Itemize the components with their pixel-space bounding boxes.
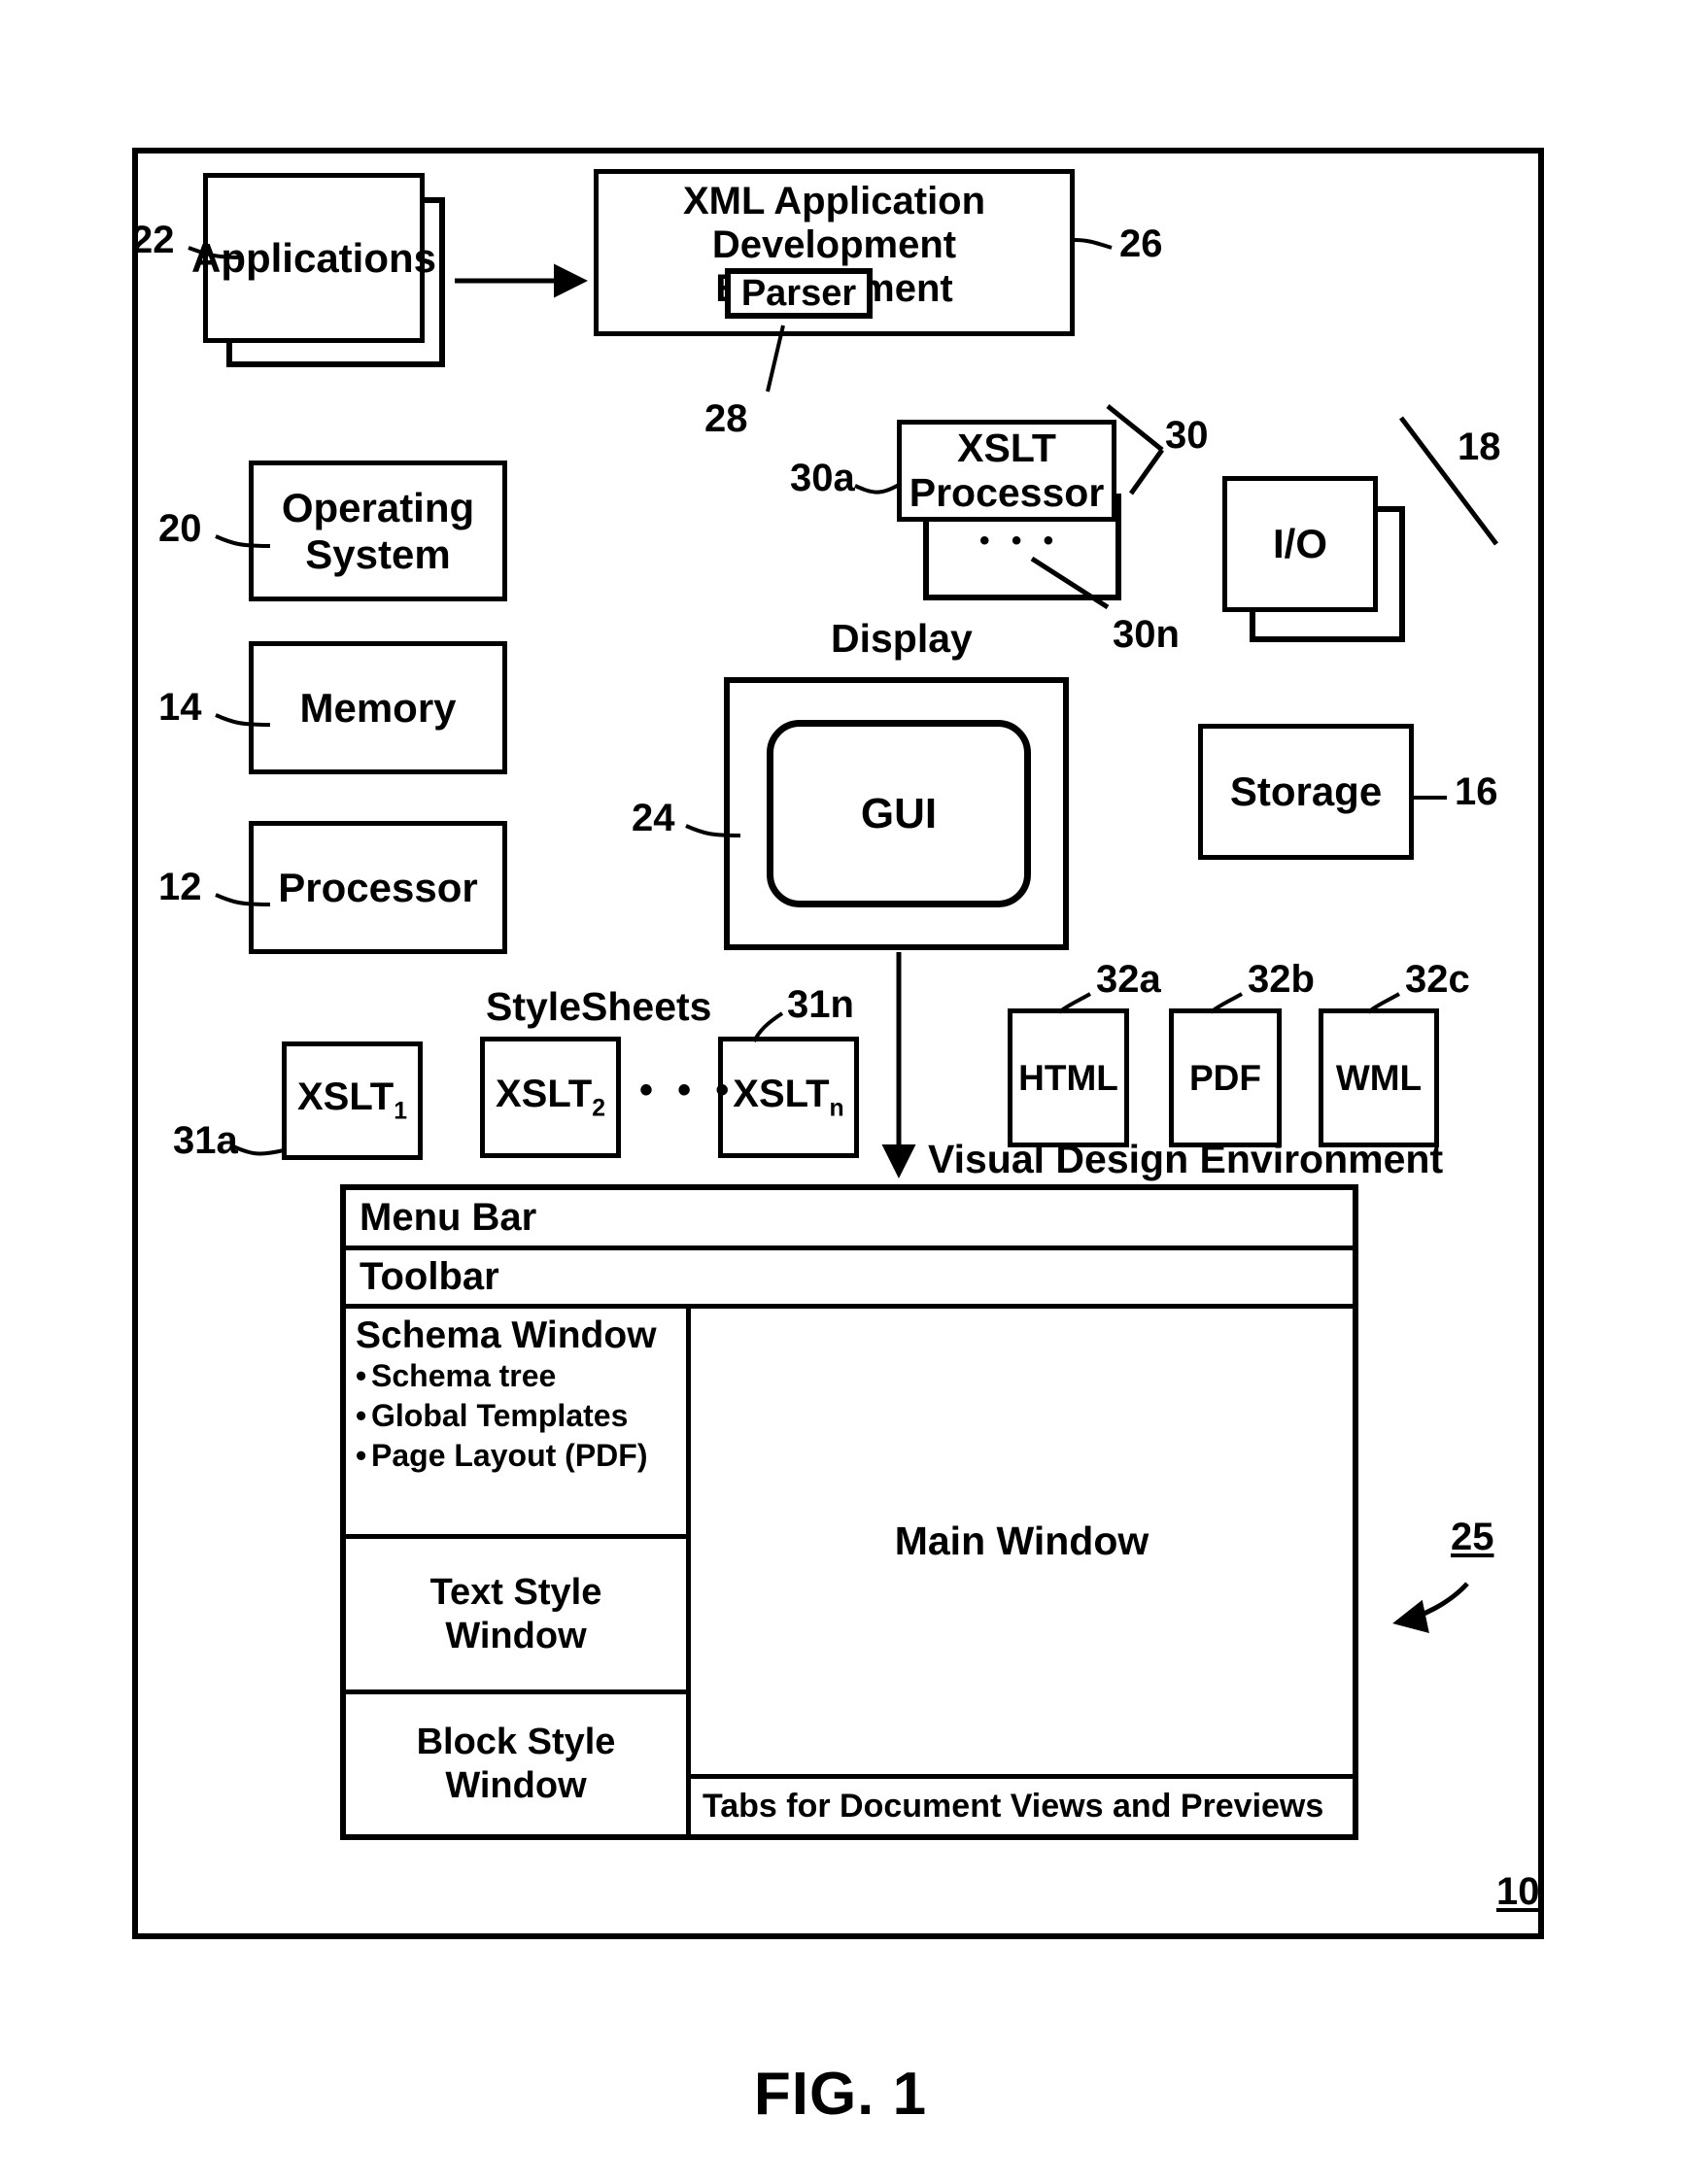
tabs-bar-label: Tabs for Document Views and Previews [703,1788,1324,1825]
ref-24: 24 [632,797,675,839]
stylesheet-xslt-n-label: XSLTn [733,1072,844,1122]
output-wml-label: WML [1335,1057,1423,1098]
schema-item-schema-tree[interactable]: • Schema tree [356,1356,676,1396]
stylesheet-xslt-n-block[interactable]: XSLTn [718,1037,859,1158]
ref-32a: 32a [1096,958,1161,1001]
ref-20: 20 [158,507,202,550]
schema-window-title: Schema Window [356,1314,657,1356]
figure-canvas: Applications 22 XML Application Developm… [0,0,1681,2184]
display-label: Display [831,616,973,661]
vde-left-panel-column: Schema Window • Schema tree • Global Templ… [346,1309,691,1834]
ref-12: 12 [158,866,202,908]
ref-16: 16 [1455,770,1498,813]
main-window[interactable]: Main Window [691,1309,1353,1774]
ref-30n: 30n [1113,613,1180,656]
vde-body: Schema Window • Schema tree • Global Templ… [346,1309,1353,1834]
parser-label: Parser [740,272,857,314]
ref-10: 10 [1496,1870,1540,1913]
ref-28: 28 [704,397,748,440]
ref-30: 30 [1165,414,1209,457]
schema-item-global-templates[interactable]: • Global Templates [356,1396,676,1436]
output-wml-block[interactable]: WML [1319,1008,1439,1147]
memory-label: Memory [299,684,457,731]
stylesheet-xslt-1-label: XSLT1 [296,1075,408,1125]
schema-item-page-layout-pdf[interactable]: • Page Layout (PDF) [356,1436,676,1476]
menu-bar-label: Menu Bar [360,1196,537,1239]
ref-31n: 31n [787,983,854,1026]
output-html-block[interactable]: HTML [1008,1008,1129,1147]
storage-label: Storage [1229,768,1383,815]
visual-design-environment-window[interactable]: Menu Bar Toolbar Schema Window • Schema t… [340,1184,1358,1840]
bullet-icon: • [356,1397,367,1433]
ref-31a: 31a [173,1119,238,1162]
visual-design-environment-label: Visual Design Environment [928,1137,1444,1181]
stylesheet-xslt-1-block[interactable]: XSLT1 [282,1041,423,1160]
xslt-processor-line1: XSLT [957,425,1056,470]
xslt-processor-stack-dots: • • • [979,525,1061,557]
bullet-icon: • [356,1437,367,1473]
text-style-window-line2: Window [445,1615,587,1656]
ref-30a: 30a [790,457,855,499]
xslt-processor-line2: Processor [909,469,1105,515]
bullet-icon: • [356,1357,367,1393]
block-style-window-line2: Window [445,1765,587,1806]
storage-block[interactable]: Storage [1198,724,1414,860]
output-html-label: HTML [1018,1057,1118,1098]
operating-system-block[interactable]: Operating System [249,461,507,601]
ref-25: 25 [1451,1516,1494,1558]
ref-14: 14 [158,686,202,729]
stylesheets-label: StyleSheets [486,984,712,1029]
text-style-window-line1: Text Style [429,1571,602,1613]
memory-block[interactable]: Memory [249,641,507,774]
applications-label: Applications [190,234,437,281]
toolbar[interactable]: Toolbar [346,1250,1353,1309]
toolbar-label: Toolbar [360,1255,499,1298]
main-window-label: Main Window [894,1519,1149,1563]
figure-caption: FIG. 1 [753,2061,928,2128]
io-label: I/O [1272,521,1327,567]
document-views-tabs-bar[interactable]: Tabs for Document Views and Previews [691,1774,1353,1834]
stylesheet-xslt-2-label: XSLT2 [495,1072,606,1122]
block-style-window-line1: Block Style [416,1722,616,1763]
vde-right-column: Main Window Tabs for Document Views and … [691,1309,1353,1834]
parser-block[interactable]: Parser [725,268,873,319]
menu-bar[interactable]: Menu Bar [346,1190,1353,1250]
output-pdf-label: PDF [1189,1057,1261,1098]
xslt-processor-block[interactable]: XSLT Processor [897,420,1116,522]
ref-22: 22 [131,219,175,261]
gui-label: GUI [860,789,938,837]
io-block[interactable]: I/O [1222,476,1378,612]
operating-system-line1: Operating [281,485,475,531]
stylesheets-ellipsis: • • • [639,1069,737,1111]
applications-block[interactable]: Applications [191,173,436,343]
output-pdf-block[interactable]: PDF [1169,1008,1282,1147]
block-style-window[interactable]: Block Style Window [346,1694,686,1834]
ref-18: 18 [1458,426,1501,468]
text-style-window[interactable]: Text Style Window [346,1539,686,1694]
processor-block[interactable]: Processor [249,821,507,954]
gui-block[interactable]: GUI [767,720,1031,907]
schema-window[interactable]: Schema Window • Schema tree • Global Templ… [346,1309,686,1539]
operating-system-line2: System [305,530,451,577]
processor-label: Processor [278,864,478,910]
ref-32c: 32c [1405,958,1470,1001]
ref-26: 26 [1119,222,1163,265]
stylesheet-xslt-2-block[interactable]: XSLT2 [480,1037,621,1158]
ref-32b: 32b [1248,958,1315,1001]
xml-ade-title-line1: XML Application [682,180,986,222]
